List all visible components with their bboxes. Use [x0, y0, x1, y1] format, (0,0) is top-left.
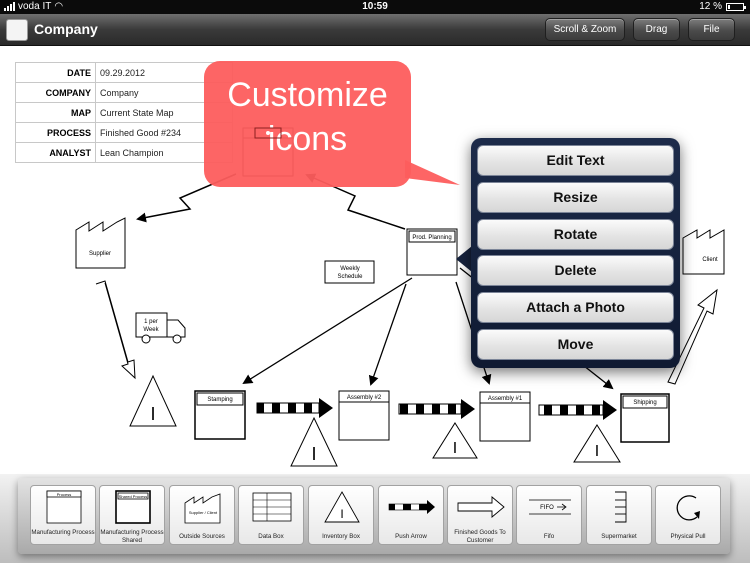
callout-line-1: Customize	[227, 76, 388, 114]
hollow-arrow-icon	[457, 496, 505, 518]
tool-label: Manufacturing Process Shared	[100, 529, 164, 544]
push-arrow-1[interactable]	[256, 398, 333, 418]
tool-label: Manufacturing Process	[31, 529, 95, 536]
inventory-symbol: I	[311, 444, 316, 464]
push-arrow-2[interactable]	[398, 399, 475, 419]
process-label: Shipping	[633, 400, 656, 406]
tool-label: Supermarket	[601, 533, 637, 540]
factory-icon: Supplier / Client	[184, 493, 221, 524]
attach-photo-button[interactable]: Attach a Photo	[477, 292, 674, 323]
client-factory-icon[interactable]: Client	[682, 229, 725, 275]
client-label: Client	[702, 257, 718, 263]
tool-label: Inventory Box	[322, 533, 360, 540]
weekly-schedule-box[interactable]: Weekly Schedule	[324, 260, 375, 284]
rotate-button[interactable]: Rotate	[477, 219, 674, 250]
tool-label: Outside Sources	[179, 533, 225, 540]
process-label: Assembly #2	[347, 395, 382, 401]
push-arrow-icon	[388, 500, 435, 514]
weekly-schedule-line2: Schedule	[337, 274, 363, 280]
pull-circle-icon	[676, 495, 700, 521]
manufacturing-process-icon: Process	[46, 490, 82, 524]
tool-inner-label: I	[340, 507, 343, 521]
tool-label: Data Box	[258, 533, 284, 540]
inventory-triangle-3[interactable]: I	[432, 422, 478, 459]
supplier-factory-icon[interactable]: Supplier	[75, 217, 126, 269]
inventory-symbol: I	[595, 443, 599, 460]
palette-outside-sources[interactable]: Supplier / Client Outside Sources	[169, 485, 235, 545]
tool-label: Finished Goods To Customer	[454, 529, 506, 544]
tool-label: Push Arrow	[395, 533, 427, 540]
popover-arrow	[456, 246, 472, 272]
inventory-triangle-2[interactable]: I	[290, 416, 338, 467]
palette-supermarket[interactable]: Supermarket	[586, 485, 652, 545]
palette-inventory-box[interactable]: I Inventory Box	[308, 485, 374, 545]
edit-text-button[interactable]: Edit Text	[477, 145, 674, 176]
delete-button[interactable]: Delete	[477, 255, 674, 286]
process-box-assembly2[interactable]: Assembly #2	[338, 390, 390, 441]
tool-inner-label: Process	[57, 492, 71, 497]
palette-data-box[interactable]: Data Box	[238, 485, 304, 545]
tool-inner-label: Shared Process	[119, 494, 147, 499]
process-icon-preview-overlay	[254, 127, 282, 139]
schedule-arrow-stamping[interactable]	[242, 277, 413, 385]
resize-button[interactable]: Resize	[477, 182, 674, 213]
schedule-arrow-assembly2[interactable]	[368, 283, 407, 386]
inventory-symbol: I	[453, 440, 457, 457]
move-button[interactable]: Move	[477, 329, 674, 360]
prod-planning-box[interactable]: Prod. Planning	[406, 228, 458, 276]
process-box-stamping[interactable]: Stamping	[194, 390, 246, 440]
tool-label: Fifo	[543, 533, 555, 540]
palette-manufacturing-process-shared[interactable]: Shared Process Manufacturing Process Sha…	[99, 485, 165, 545]
customize-callout-text: Customize icons	[204, 73, 411, 161]
inventory-triangle-4[interactable]: I	[573, 424, 621, 463]
push-arrow-3[interactable]	[538, 400, 617, 420]
palette-finished-goods[interactable]: Finished Goods To Customer	[447, 485, 513, 545]
prod-planning-label: Prod. Planning	[412, 235, 451, 241]
process-box-assembly1[interactable]: Assembly #1	[479, 391, 531, 442]
process-label: Stamping	[207, 397, 232, 403]
tool-label: Physical Pull	[670, 533, 706, 540]
truck-icon[interactable]: 1 per Week	[135, 312, 186, 344]
fifo-icon: FIFO	[529, 499, 571, 515]
process-label: Assembly #1	[488, 396, 523, 402]
truck-label-line2: Week	[143, 327, 159, 333]
palette-push-arrow[interactable]: Push Arrow	[378, 485, 444, 545]
callout-tail	[405, 160, 460, 185]
callout-line-2: icons	[267, 120, 348, 158]
supermarket-icon	[615, 491, 627, 523]
process-box-shipping[interactable]: Shipping	[620, 393, 670, 443]
shared-process-icon: Shared Process	[115, 490, 151, 524]
inventory-triangle-icon: I	[324, 491, 360, 523]
shipment-arrow-in[interactable]	[95, 280, 136, 380]
weekly-schedule-line1: Weekly	[340, 266, 360, 272]
inventory-symbol: I	[150, 404, 155, 424]
data-box-icon	[252, 492, 292, 522]
inventory-triangle-1[interactable]: I	[129, 374, 177, 427]
palette-fifo[interactable]: FIFO Fifo	[516, 485, 582, 545]
palette-physical-pull[interactable]: Physical Pull	[655, 485, 721, 545]
supplier-label: Supplier	[89, 251, 111, 257]
palette-manufacturing-process[interactable]: Process Manufacturing Process	[30, 485, 96, 545]
truck-label-line1: 1 per	[144, 319, 158, 325]
tool-inner-label: FIFO	[540, 505, 554, 511]
tool-inner-label: Supplier / Client	[189, 510, 218, 515]
